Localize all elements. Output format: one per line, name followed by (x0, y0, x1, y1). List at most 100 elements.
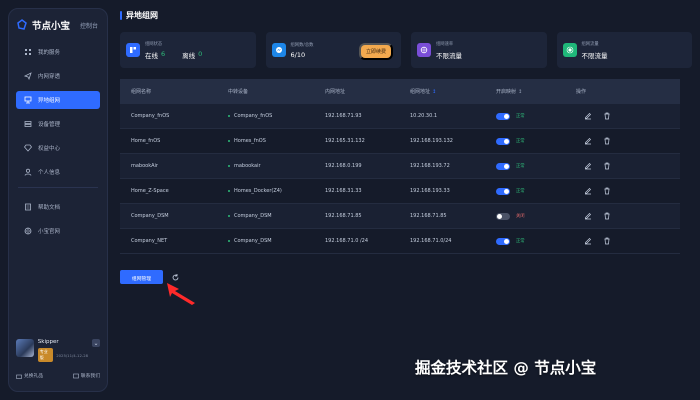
mapping-status: 正常 (516, 239, 525, 244)
cell-ops (576, 137, 636, 145)
col-header-mapping-label: 开启映射 (496, 89, 517, 95)
status-dot (228, 189, 230, 192)
delete-icon[interactable] (603, 112, 611, 120)
sidebar-item-devices[interactable]: 设备管理 (16, 115, 100, 133)
doc-icon (25, 203, 31, 211)
card-label: 组网速率 (436, 41, 454, 47)
col-header-net-label: 组网地址 (410, 89, 431, 95)
cell-device: Company_DSM (217, 213, 325, 219)
user-name: Skipper (37, 339, 59, 345)
cell-lan: 192.168.71.93 (325, 113, 362, 119)
edit-icon[interactable] (584, 237, 592, 245)
device-label: Company_fnOS (234, 113, 273, 119)
col-header-name[interactable]: 组网名称 (120, 88, 217, 95)
device-icon (24, 121, 32, 127)
table-row: Company_NET Company_DSM 192.168.71.0 /24… (120, 229, 680, 254)
cell-net: 192.168.193.33 (410, 188, 450, 194)
delete-icon[interactable] (603, 212, 611, 220)
delete-icon[interactable] (603, 187, 611, 195)
mapping-toggle[interactable] (496, 187, 510, 195)
sidebar-item-services[interactable]: 我的服务 (16, 43, 100, 61)
card-network-traffic: 组网流量 不限流量 (556, 32, 692, 68)
redeem-gift-label: 兑换礼品 (24, 374, 44, 379)
cell-name: mabookAir (131, 163, 158, 169)
renew-button[interactable]: 立即续费 (358, 43, 393, 60)
status-dot (228, 114, 230, 117)
table-actions: 组网管理 (120, 270, 692, 284)
status-card-icon (126, 43, 140, 57)
col-header-device[interactable]: 中转设备 (217, 88, 325, 95)
table-row: Company_fnOS Company_fnOS 192.168.71.93 … (120, 104, 680, 129)
mapping-toggle[interactable] (496, 162, 510, 170)
table-row: Home_fnOS Homes_fnOS 192.165.31.132 192.… (120, 129, 680, 154)
grid-icon (25, 49, 31, 55)
cell-mapping: 正常 (496, 187, 576, 195)
delete-icon[interactable] (603, 137, 611, 145)
cell-name: Home_fnOS (131, 138, 161, 144)
card-label: 组网数/总数 (290, 42, 314, 48)
traffic-icon (562, 43, 577, 57)
console-label: 控制台 (80, 22, 99, 30)
sort-icon[interactable]: ↕ (518, 89, 522, 95)
online-count: 6 (161, 49, 166, 58)
cell-device: Homes_Docker(Z4) (217, 188, 325, 194)
mapping-toggle[interactable] (496, 112, 510, 120)
mapping-toggle[interactable] (496, 212, 510, 220)
edit-icon[interactable] (584, 212, 592, 220)
app-name: 节点小宝 (32, 21, 71, 32)
sidebar-item-label: 我的服务 (38, 50, 61, 56)
sidebar-item-profile[interactable]: 个人信息 (16, 163, 100, 181)
col-header-lan[interactable]: 内网地址 (325, 88, 410, 95)
sidebar-item-website[interactable]: 小宝官网 (16, 222, 100, 240)
edit-icon[interactable] (584, 187, 592, 195)
watermark: 掘金技术社区 @ 节点小宝 (415, 359, 597, 377)
device-label: Company_DSM (234, 238, 272, 244)
sidebar-item-network[interactable]: 异地组网 (16, 91, 100, 109)
col-header-mapping[interactable]: 开启映射 ↕ (496, 88, 576, 95)
logo-icon (17, 19, 27, 30)
network-manage-button[interactable]: 组网管理 (120, 270, 163, 284)
sidebar-item-tunnel[interactable]: 内网穿透 (16, 67, 100, 85)
card-network-status: 组网状态 在线 6 离线 0 (120, 32, 256, 68)
device-label: Homes_fnOS (234, 138, 266, 144)
sidebar-item-label: 设备管理 (38, 122, 61, 128)
table-row: Company_DSM Company_DSM 192.168.71.85 19… (120, 204, 680, 229)
cell-net: 192.168.71.0/24 (410, 238, 452, 244)
table-row: Home_Z-Space Homes_Docker(Z4) 192.168.31… (120, 179, 680, 204)
contact-link[interactable]: 联系我们 (72, 372, 100, 379)
delete-icon[interactable] (603, 237, 611, 245)
edit-icon[interactable] (584, 137, 592, 145)
sidebar-item-help[interactable]: 帮助文档 (16, 198, 100, 216)
redeem-gift-link[interactable]: 兑换礼品 (16, 372, 43, 379)
col-header-ops: 操作 (576, 89, 587, 95)
cell-ops (576, 112, 636, 120)
cell-net: 192.168.193.132 (410, 138, 453, 144)
app-root: 节点小宝 控制台 我的服务 内网穿透 异地组网 设备管理 权益中心 个人信息 帮… (0, 0, 700, 400)
offline-label: 离线 (182, 51, 196, 60)
sidebar-item-label: 内网穿透 (38, 74, 61, 80)
mapping-toggle[interactable] (496, 137, 510, 145)
more-icon[interactable]: ⌄ (92, 339, 100, 347)
mapping-status: 正常 (516, 114, 525, 119)
sidebar-divider (18, 187, 98, 188)
messenger-icon (271, 43, 286, 57)
delete-icon[interactable] (603, 162, 611, 170)
status-dot (228, 139, 230, 142)
cell-ops (576, 162, 636, 170)
diamond-icon (24, 144, 32, 152)
sort-icon[interactable]: ↕ (432, 89, 436, 95)
contact-label: 联系我们 (80, 374, 100, 379)
device-label: Homes_Docker(Z4) (234, 188, 282, 194)
table-row: mabookAir mabookair 192.168.0.199 192.16… (120, 154, 680, 179)
cell-name: Company_NET (131, 238, 168, 244)
avatar[interactable] (16, 339, 34, 357)
edit-icon[interactable] (584, 112, 592, 120)
cell-mapping: 关闭 (496, 212, 576, 220)
col-header-net[interactable]: 组网地址 ↕ (410, 88, 496, 95)
cell-name: Home_Z-Space (131, 188, 169, 194)
mapping-toggle[interactable] (496, 237, 510, 245)
sidebar-item-rights[interactable]: 权益中心 (16, 139, 100, 157)
edit-icon[interactable] (584, 162, 592, 170)
cell-mapping: 正常 (496, 137, 576, 145)
cell-net: 10.20.30.1 (410, 113, 438, 119)
